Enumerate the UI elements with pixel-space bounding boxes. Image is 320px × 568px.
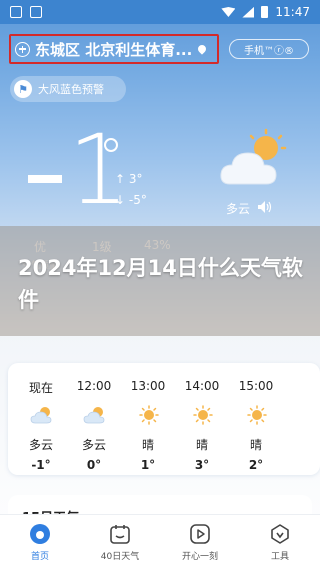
weather-warning[interactable]: ⚑ 大风蓝色预警 [10, 76, 126, 102]
play-icon [190, 524, 210, 544]
degree-symbol [104, 138, 118, 152]
wifi-icon [221, 7, 236, 17]
location-name: 东城区 北京利生体育... [35, 40, 193, 59]
home-icon [30, 524, 50, 544]
sun-icon [193, 405, 213, 425]
battery-icon [261, 6, 269, 18]
app-notification-icon [10, 6, 22, 18]
tab-home[interactable]: 首页 [8, 515, 72, 568]
partly-cloudy-icon [220, 128, 287, 185]
tab-40-day-weather[interactable]: 40日天气 [88, 515, 152, 568]
wind-warning-icon: ⚑ [14, 80, 32, 98]
speaker-icon[interactable] [258, 201, 272, 213]
partly-cloudy-icon [30, 407, 52, 424]
overlay-title: 2024年12月14日什么天气软件 [18, 256, 303, 312]
low-temperature: ↓ -5° [115, 193, 147, 207]
calendar-icon [110, 525, 130, 544]
partly-cloudy-icon [83, 407, 105, 424]
bottom-tab-bar: 首页 40日天气 开心一刻 工具 [0, 514, 320, 568]
status-bar: 11:47 [0, 0, 320, 24]
location-pin-icon [196, 43, 208, 55]
status-time: 11:47 [275, 5, 310, 19]
app-notification-icon [30, 6, 42, 18]
high-temperature: ↑ 3° [115, 172, 143, 186]
temperature-minus-sign [28, 175, 62, 183]
tools-icon [271, 524, 289, 544]
add-city-icon[interactable] [15, 41, 30, 57]
current-condition: 多云 [226, 202, 251, 216]
warning-text: 大风蓝色预警 [38, 83, 104, 96]
location-selector[interactable]: 东城区 北京利生体育... [9, 34, 219, 64]
hourly-forecast-card[interactable]: 现在 多云 -1° 12:00 多云 0° 13:00 晴 1° 14:00 晴… [8, 363, 320, 475]
phone-badge[interactable]: 手机™ⓡ® [229, 39, 309, 59]
tab-fun-moment[interactable]: 开心一刻 [168, 515, 232, 568]
sun-icon [139, 405, 159, 425]
sun-icon [247, 405, 267, 425]
signal-icon [242, 6, 255, 18]
tab-tools[interactable]: 工具 [248, 515, 312, 568]
